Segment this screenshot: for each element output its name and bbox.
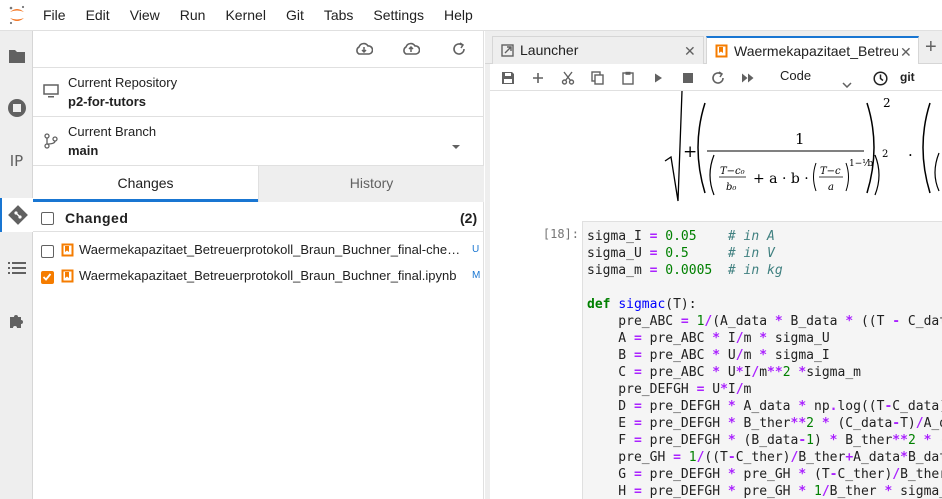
math-frac-den: b₀ [726,182,736,193]
math-inner-exp: 1−⅟b [849,159,873,169]
close-icon[interactable]: ✕ [900,44,912,61]
branch-icon [43,133,61,151]
refresh-icon[interactable] [448,38,470,60]
document-tabbar: Launcher ✕ Waermekapazitaet_Betreuerprot… [485,31,942,65]
tab-history[interactable]: History [258,166,484,202]
extension-icon[interactable] [0,304,33,338]
tab-changes[interactable]: Changes [33,166,258,202]
current-branch-label: Current Branch [68,124,157,139]
caret-down-icon[interactable] [451,137,461,153]
notebook-icon [61,243,74,257]
notebook-icon [715,44,728,61]
file-row[interactable]: Waermekapazitaet_Betreuerprotokoll_Braun… [33,263,484,289]
menu-tabs[interactable]: Tabs [314,0,364,31]
math-formula: + 2 1 T−c₀ b₀ + a · b · T−c a 1−⅟b 2 · [664,91,940,202]
file-name: Waermekapazitaet_Betreuerprotokoll_Braun… [79,242,466,257]
add-tab-icon[interactable]: + [925,36,937,59]
math-plus: + [683,142,697,162]
clock-icon[interactable] [870,68,890,88]
notebook-toolbar: Code git [490,64,942,91]
folder-icon[interactable] [0,39,33,73]
math-den-exp: 2 [882,149,888,160]
file-checkbox-checked[interactable] [41,271,54,284]
file-row[interactable]: Waermekapazitaet_Betreuerprotokoll_Braun… [33,237,484,263]
menu-edit[interactable]: Edit [76,0,120,31]
tab-launcher-label: Launcher [520,42,579,58]
stop-icon[interactable] [678,68,698,88]
menu-view[interactable]: View [120,0,170,31]
file-status-untracked: U [472,244,480,255]
paste-icon[interactable] [618,68,638,88]
pull-icon[interactable] [353,38,375,60]
fast-forward-icon[interactable] [738,68,758,88]
launch-icon [501,44,514,60]
math-frac-num: T−c₀ [720,166,745,177]
file-checkbox[interactable] [41,245,54,258]
run-icon[interactable] [648,68,668,88]
math-inner-num: T−c [820,166,841,177]
menu-kernel[interactable]: Kernel [215,0,275,31]
toc-icon[interactable] [0,251,33,285]
cut-icon[interactable] [558,68,578,88]
menu-git[interactable]: Git [276,0,314,31]
copy-icon[interactable] [588,68,608,88]
save-icon[interactable] [498,68,518,88]
notebook-icon [61,269,74,283]
math-exponent: 2 [883,96,891,110]
file-status-modified: M [472,270,481,281]
tab-notebook[interactable]: Waermekapazitaet_Betreuerprotokoll_Braun… [706,36,919,65]
git-panel: Current Repository p2-for-tutors Current… [33,31,484,499]
changed-label: Changed [65,210,129,226]
current-repository-label: Current Repository [68,75,178,90]
push-icon[interactable] [400,38,422,60]
changed-count: (2) [460,210,478,226]
running-icon[interactable] [0,91,33,125]
code-source[interactable]: sigma_I = 0.05 # in A sigma_U = 0.5 # in… [583,222,942,499]
math-inner-den: a [828,182,834,193]
menu-file[interactable]: File [33,0,76,31]
menubar: File Edit View Run Kernel Git Tabs Setti… [0,0,942,31]
math-term: + a · b · [753,171,809,187]
git-diff-button[interactable]: git [900,70,915,84]
changed-section-header[interactable]: Changed (2) [33,206,484,232]
menu-help[interactable]: Help [434,0,483,31]
close-icon[interactable]: ✕ [684,43,696,60]
math-dot: · [908,146,913,164]
math-numerator: 1 [795,130,805,148]
cell-prompt: [18]: [542,227,579,241]
chevron-down-icon[interactable] [842,75,852,91]
file-name: Waermekapazitaet_Betreuerprotokoll_Braun… [79,268,457,283]
current-repository-value: p2-for-tutors [68,94,146,109]
computer-icon [43,83,61,101]
current-branch-row[interactable]: Current Branch main [33,116,484,165]
main-area: Launcher ✕ Waermekapazitaet_Betreuerprot… [485,31,942,499]
jupyter-logo-icon[interactable] [0,0,33,31]
code-editor[interactable]: sigma_I = 0.05 # in A sigma_U = 0.5 # in… [582,221,942,499]
menu-run[interactable]: Run [170,0,216,31]
tab-notebook-label: Waermekapazitaet_Betreuerprotokoll_Braun… [734,43,898,59]
git-tabs: Changes History [33,165,484,202]
menu-settings[interactable]: Settings [363,0,434,31]
changed-select-all-checkbox[interactable] [41,212,54,225]
left-activity-bar: IP [0,31,33,499]
add-cell-icon[interactable] [528,68,548,88]
tab-launcher[interactable]: Launcher ✕ [492,36,704,64]
restart-icon[interactable] [708,68,728,88]
current-repository-row[interactable]: Current Repository p2-for-tutors [33,67,484,116]
property-inspector-icon[interactable]: IP [0,144,33,178]
cell-type-select[interactable]: Code [780,68,811,83]
current-branch-value: main [68,143,99,158]
notebook-content[interactable]: + 2 1 T−c₀ b₀ + a · b · T−c a 1−⅟b 2 · [… [490,91,942,499]
git-icon[interactable] [0,198,33,232]
